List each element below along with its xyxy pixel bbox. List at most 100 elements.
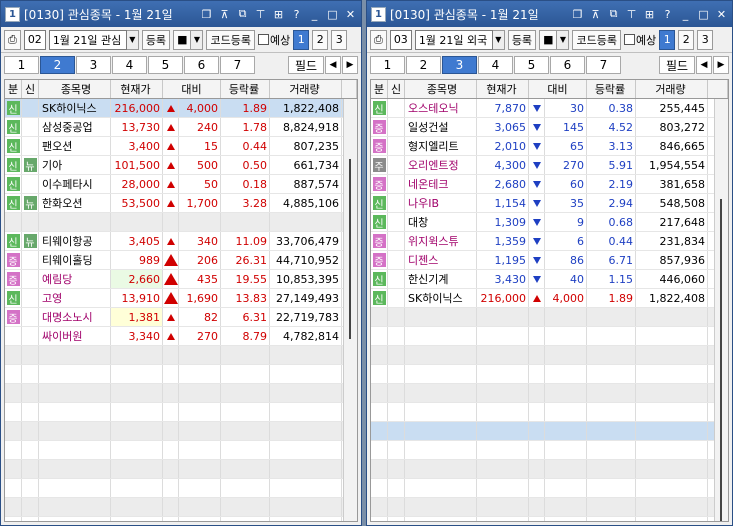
field-button[interactable]: 필드 [288, 56, 324, 74]
stock-name-cell[interactable] [405, 517, 477, 521]
table-row[interactable] [5, 384, 357, 403]
stock-name-cell[interactable]: 싸이버원 [39, 327, 111, 345]
chevron-left-icon[interactable]: ◀ [325, 56, 341, 74]
stock-name-cell[interactable]: 이수페타시 [39, 175, 111, 193]
stock-name-cell[interactable] [39, 517, 111, 521]
view-mode-button[interactable]: ■ [173, 29, 192, 50]
table-row[interactable]: 신 나우IB 1,154 35 2.94 548,508 [371, 194, 728, 213]
table-row[interactable]: 신 뉴 기아 101,500 500 0.50 661,734 [5, 156, 357, 175]
title-bar[interactable]: 1 [0130] 관심종목 - 1월 21일 ❐ ⊼ ⧉ ⊤ ⊞? _ □ ✕ [367, 1, 732, 27]
table-row[interactable] [5, 346, 357, 365]
stock-name-cell[interactable]: 오스테오닉 [405, 99, 477, 117]
vertical-scrollbar[interactable] [343, 99, 357, 521]
maximize-icon[interactable]: □ [326, 8, 339, 21]
group-name-select[interactable]: 1월 21일 외국 [414, 29, 493, 50]
tab-1[interactable]: 1 [370, 56, 405, 74]
table-row[interactable] [5, 479, 357, 498]
table-row[interactable] [371, 517, 728, 521]
stock-name-cell[interactable]: 고영 [39, 289, 111, 307]
table-row[interactable]: 증 대명소노시 1,381 82 6.31 22,719,783 [5, 308, 357, 327]
table-row[interactable] [371, 327, 728, 346]
stock-name-cell[interactable] [405, 365, 477, 383]
stock-name-cell[interactable] [39, 384, 111, 402]
stock-name-cell[interactable]: 디젠스 [405, 251, 477, 269]
page-button-1[interactable]: 1 [659, 29, 676, 50]
stock-name-cell[interactable] [405, 479, 477, 497]
table-row[interactable] [5, 460, 357, 479]
grid-icon[interactable]: ⊞ [272, 8, 285, 21]
pin-icon[interactable]: ⊼ [218, 8, 231, 21]
tab-2[interactable]: 2 [40, 56, 75, 74]
scrollbar-thumb[interactable] [349, 159, 351, 339]
page-button-3[interactable]: 3 [331, 29, 348, 50]
stock-name-cell[interactable] [39, 365, 111, 383]
title-bar[interactable]: 1 [0130] 관심종목 - 1월 21일 ❐ ⊼ ⧉ ⊤ ⊞? _ □ ✕ [1, 1, 361, 27]
stock-name-cell[interactable]: 한신기계 [405, 270, 477, 288]
header-name[interactable]: 종목명 [405, 80, 477, 98]
stock-name-cell[interactable] [39, 403, 111, 421]
page-button-1[interactable]: 1 [293, 29, 310, 50]
register-button[interactable]: 등록 [507, 29, 537, 50]
table-row[interactable] [371, 479, 728, 498]
tab-5[interactable]: 5 [148, 56, 183, 74]
tab-3[interactable]: 3 [442, 56, 477, 74]
minimize-icon[interactable]: _ [308, 8, 321, 21]
tab-3[interactable]: 3 [76, 56, 111, 74]
stock-name-cell[interactable] [39, 498, 111, 516]
header-name[interactable]: 종목명 [39, 80, 111, 98]
table-row[interactable]: 증 티웨이홀딩 989 206 26.31 44,710,952 [5, 251, 357, 270]
table-row[interactable]: 신 오스테오닉 7,870 30 0.38 255,445 [371, 99, 728, 118]
print-icon[interactable]: ⎙ [4, 29, 21, 50]
stock-name-cell[interactable] [405, 403, 477, 421]
table-row[interactable] [5, 441, 357, 460]
table-row[interactable] [371, 403, 728, 422]
table-row[interactable]: 증 네온테크 2,680 60 2.19 381,658 [371, 175, 728, 194]
stock-name-cell[interactable]: 팬오션 [39, 137, 111, 155]
chevron-down-icon[interactable]: ▼ [557, 29, 570, 50]
tab-5[interactable]: 5 [514, 56, 549, 74]
header-diff[interactable]: 대비 [163, 80, 221, 98]
table-row[interactable]: 주 오리엔트정 4,300 270 5.91 1,954,554 [371, 156, 728, 175]
table-row[interactable]: 신 뉴 티웨이항공 3,405 340 11.09 33,706,479 [5, 232, 357, 251]
chevron-down-icon[interactable]: ▼ [191, 29, 204, 50]
pin-icon[interactable]: ⊼ [589, 8, 602, 21]
stock-name-cell[interactable] [405, 346, 477, 364]
group-number-field[interactable]: 02 [23, 29, 46, 50]
table-row[interactable] [371, 498, 728, 517]
table-row[interactable] [5, 517, 357, 521]
tab-7[interactable]: 7 [220, 56, 255, 74]
stock-name-cell[interactable] [405, 422, 477, 440]
table-row[interactable]: 신 고영 13,910 1,690 13.83 27,149,493 [5, 289, 357, 308]
header-rate[interactable]: 등락률 [587, 80, 636, 98]
code-register-button[interactable]: 코드등록 [206, 29, 255, 50]
table-row[interactable]: 신 뉴 한화오션 53,500 1,700 3.28 4,885,106 [5, 194, 357, 213]
print-icon[interactable]: ⎙ [370, 29, 387, 50]
table-row[interactable]: 신 팬오션 3,400 15 0.44 807,235 [5, 137, 357, 156]
filter-icon[interactable]: ⊤ [254, 8, 267, 21]
chevron-left-icon[interactable]: ◀ [696, 56, 712, 74]
stock-name-cell[interactable]: 오리엔트정 [405, 156, 477, 174]
table-row[interactable]: 신 SK하이닉스 216,000 4,000 1.89 1,822,408 [371, 289, 728, 308]
table-row[interactable]: 싸이버원 3,340 270 8.79 4,782,814 [5, 327, 357, 346]
table-row[interactable] [371, 422, 728, 441]
header-sin[interactable]: 신 [22, 80, 39, 98]
header-price[interactable]: 현재가 [111, 80, 163, 98]
group-name-select[interactable]: 1월 21일 관심 [48, 29, 127, 50]
stock-name-cell[interactable]: SK하이닉스 [405, 289, 477, 307]
restore-icon[interactable]: ❐ [571, 8, 584, 21]
stock-name-cell[interactable]: 위지윅스튜 [405, 232, 477, 250]
table-row[interactable] [371, 384, 728, 403]
help-icon[interactable]: ? [661, 8, 674, 21]
stock-name-cell[interactable] [39, 479, 111, 497]
field-button[interactable]: 필드 [659, 56, 695, 74]
stock-name-cell[interactable] [405, 384, 477, 402]
register-button[interactable]: 등록 [141, 29, 171, 50]
stock-name-cell[interactable] [405, 308, 477, 326]
header-rate[interactable]: 등락률 [221, 80, 270, 98]
table-row[interactable] [371, 460, 728, 479]
header-vol[interactable]: 거래량 [636, 80, 708, 98]
table-row[interactable] [371, 308, 728, 327]
stock-name-cell[interactable] [39, 213, 111, 231]
table-row[interactable] [5, 365, 357, 384]
stock-name-cell[interactable]: 기아 [39, 156, 111, 174]
